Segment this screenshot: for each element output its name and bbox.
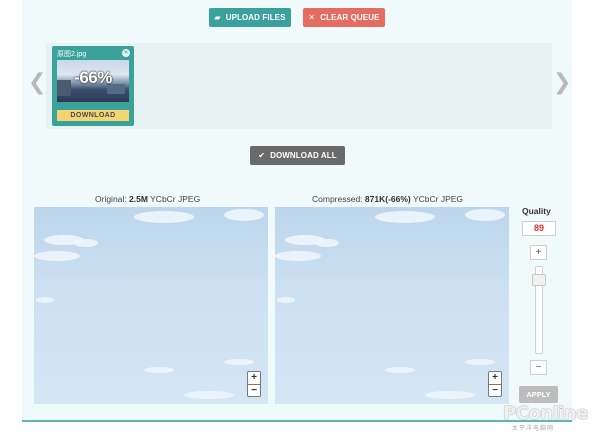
upload-files-label: UPLOAD FILES bbox=[225, 13, 286, 22]
queue-item-filename: 原图2.jpg bbox=[57, 51, 87, 58]
compressed-info-label: Compressed: 871K(-66%) YCbCr JPEG bbox=[312, 194, 463, 204]
quality-decrease-button[interactable]: − bbox=[530, 360, 547, 375]
sky-cloud bbox=[34, 251, 80, 261]
queue-item-download-button[interactable]: DOWNLOAD bbox=[57, 110, 129, 121]
zoom-out-button[interactable]: − bbox=[489, 385, 501, 397]
compressed-format: YCbCr JPEG bbox=[410, 194, 464, 204]
sky-cloud bbox=[277, 297, 295, 303]
original-format: YCbCr JPEG bbox=[147, 194, 201, 204]
watermark-logo: PConline 太平洋电脑网 bbox=[503, 403, 595, 433]
queue-item-thumbnail: -66% bbox=[57, 60, 129, 102]
sky-cloud bbox=[36, 297, 54, 303]
sky-cloud bbox=[74, 239, 98, 247]
quality-value-field[interactable]: 89 bbox=[522, 221, 556, 236]
compressed-prefix: Compressed: bbox=[312, 194, 365, 204]
x-icon: ✕ bbox=[308, 12, 316, 22]
sky-cloud bbox=[385, 367, 415, 373]
original-size: 2.5M bbox=[129, 194, 148, 204]
sky-cloud bbox=[224, 209, 264, 221]
queue-prev-arrow-icon[interactable]: ❮ bbox=[28, 72, 46, 94]
download-all-button[interactable]: ✔ DOWNLOAD ALL bbox=[250, 146, 345, 165]
checkmark-icon: ✔ bbox=[258, 150, 266, 160]
original-image-pane[interactable] bbox=[34, 207, 268, 404]
sky-cloud bbox=[224, 359, 254, 365]
sky-cloud bbox=[425, 391, 475, 399]
original-info-label: Original: 2.5M YCbCr JPEG bbox=[95, 194, 200, 204]
sky-cloud bbox=[134, 211, 194, 223]
original-zoom-control: + − bbox=[247, 371, 261, 397]
remove-item-close-icon[interactable]: ✕ bbox=[122, 49, 130, 57]
zoom-in-button[interactable]: + bbox=[248, 372, 260, 384]
sky-cloud bbox=[315, 239, 339, 247]
watermark-subtext: 太平洋电脑网 bbox=[512, 426, 555, 432]
quality-increase-button[interactable]: + bbox=[530, 245, 547, 260]
upload-files-button[interactable]: ▰ UPLOAD FILES bbox=[209, 8, 291, 27]
zoom-in-button[interactable]: + bbox=[489, 372, 501, 384]
compressed-image-pane[interactable] bbox=[275, 207, 509, 404]
original-prefix: Original: bbox=[95, 194, 130, 204]
quality-title: Quality bbox=[522, 206, 551, 216]
queue-item-savings: -66% bbox=[74, 68, 112, 87]
sky-cloud bbox=[465, 209, 505, 221]
app-bottom-border bbox=[22, 420, 572, 422]
sky-cloud bbox=[184, 391, 234, 399]
watermark-logo-text: PConline bbox=[503, 403, 588, 424]
zoom-out-button[interactable]: − bbox=[248, 385, 260, 397]
compressed-size: 871K(-66%) bbox=[364, 194, 411, 204]
download-all-label: DOWNLOAD ALL bbox=[270, 151, 337, 160]
sky-cloud bbox=[465, 359, 495, 365]
apply-button[interactable]: APPLY bbox=[519, 386, 558, 403]
clear-queue-button[interactable]: ✕ CLEAR QUEUE bbox=[303, 8, 385, 27]
sky-cloud bbox=[275, 251, 321, 261]
clear-queue-label: CLEAR QUEUE bbox=[320, 13, 380, 22]
folder-open-icon: ▰ bbox=[214, 12, 221, 22]
sky-cloud bbox=[144, 367, 174, 373]
compressed-zoom-control: + − bbox=[488, 371, 502, 397]
queue-item[interactable]: 原图2.jpg ✕ -66% DOWNLOAD bbox=[52, 46, 134, 126]
sky-cloud bbox=[375, 211, 435, 223]
queue-next-arrow-icon[interactable]: ❯ bbox=[553, 72, 571, 94]
quality-slider-handle[interactable] bbox=[532, 274, 546, 287]
